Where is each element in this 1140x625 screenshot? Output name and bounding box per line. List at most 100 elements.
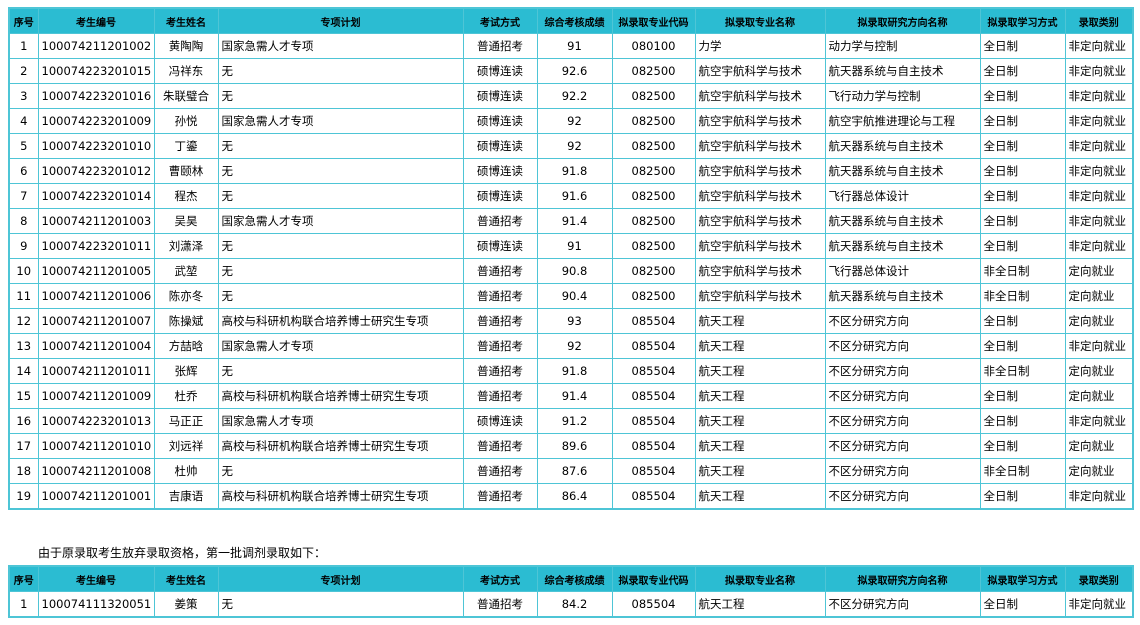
cell-name: 张辉 [153,358,219,384]
cell-exam-mode: 普通招考 [462,258,538,284]
cell-study-mode: 全日制 [979,158,1066,184]
cell-special-plan: 无 [217,458,464,484]
cell-score: 91 [536,233,613,259]
column-header-research-direction: 拟录取研究方向名称 [824,565,981,592]
cell-major-name: 航空宇航科学与技术 [694,183,826,209]
table-row: 7 100074223201014 程杰无硕博连读 91.6 082500 航空宇航科学与… [8,183,1134,209]
cell-seq: 8 [8,208,39,234]
cell-name: 杜帅 [153,458,219,484]
cell-seq: 13 [8,333,39,359]
cell-name: 陈操斌 [153,308,219,334]
cell-score: 91 [536,33,613,59]
cell-candidate-id: 100074211201003 [37,208,155,234]
cell-special-plan: 无 [217,183,464,209]
column-header-major-code: 拟录取专业代码 [611,7,696,34]
cell-research-direction: 不区分研究方向 [824,483,981,510]
cell-study-mode: 全日制 [979,133,1066,159]
cell-major-code: 082500 [611,233,696,259]
cell-special-plan: 无 [217,358,464,384]
cell-study-mode: 全日制 [979,383,1066,409]
cell-admission-type: 非定向就业 [1064,33,1134,59]
column-header-major-name: 拟录取专业名称 [694,565,826,592]
cell-admission-type: 定向就业 [1064,433,1134,459]
cell-candidate-id: 100074211201004 [37,333,155,359]
column-header-seq: 序号 [8,565,39,592]
cell-major-code: 085504 [611,358,696,384]
cell-exam-mode: 普通招考 [462,383,538,409]
cell-special-plan: 国家急需人才专项 [217,333,464,359]
cell-seq: 1 [8,591,39,618]
cell-exam-mode: 普通招考 [462,283,538,309]
table-row: 17 100074211201010 刘远祥 高校与科研机构联合培养博士研究生专项 普通… [8,433,1134,459]
cell-admission-type: 非定向就业 [1064,591,1134,618]
cell-major-code: 085504 [611,383,696,409]
cell-major-name: 航天工程 [694,458,826,484]
cell-study-mode: 全日制 [979,233,1066,259]
cell-candidate-id: 100074211201002 [37,33,155,59]
column-header-major-name: 拟录取专业名称 [694,7,826,34]
cell-major-name: 航天工程 [694,591,826,618]
cell-candidate-id: 100074223201013 [37,408,155,434]
cell-major-name: 力学 [694,33,826,59]
cell-admission-type: 定向就业 [1064,258,1134,284]
cell-special-plan: 无 [217,133,464,159]
cell-major-name: 航天工程 [694,333,826,359]
cell-admission-type: 非定向就业 [1064,58,1134,84]
table-row: 12 100074211201007 陈操斌 高校与科研机构联合培养博士研究生专项 普通… [8,308,1134,334]
cell-score: 93 [536,308,613,334]
cell-major-code: 085504 [611,333,696,359]
cell-seq: 6 [8,158,39,184]
cell-major-code: 085504 [611,308,696,334]
cell-name: 武堃 [153,258,219,284]
table-row: 5 100074223201010 丁鎏无硕博连读 92 082500 航空宇航科学与技术… [8,133,1134,159]
cell-special-plan: 高校与科研机构联合培养博士研究生专项 [217,483,464,510]
cell-name: 吉康语 [153,483,219,510]
cell-research-direction: 动力学与控制 [824,33,981,59]
cell-score: 91.4 [536,208,613,234]
cell-name: 姜策 [153,591,219,618]
cell-study-mode: 全日制 [979,208,1066,234]
cell-major-code: 085504 [611,433,696,459]
cell-score: 90.8 [536,258,613,284]
cell-major-name: 航天工程 [694,358,826,384]
cell-score: 91.6 [536,183,613,209]
cell-candidate-id: 100074223201011 [37,233,155,259]
cell-name: 刘潇泽 [153,233,219,259]
table-row: 13 100074211201004 方喆晗 国家急需人才专项 普通招考 92 085504… [8,333,1134,359]
cell-major-code: 085504 [611,458,696,484]
cell-admission-type: 定向就业 [1064,308,1134,334]
cell-admission-type: 非定向就业 [1064,108,1134,134]
table-row: 18 100074211201008 杜帅无普通招考 87.6 085504 航天工程 不区… [8,458,1134,484]
cell-score: 84.2 [536,591,613,618]
cell-research-direction: 不区分研究方向 [824,433,981,459]
cell-study-mode: 全日制 [979,83,1066,109]
table-row: 16 100074223201013 马正正 国家急需人才专项 硕博连读 91.2 0855… [8,408,1134,434]
cell-major-name: 航空宇航科学与技术 [694,108,826,134]
cell-special-plan: 国家急需人才专项 [217,33,464,59]
cell-candidate-id: 100074111320051 [37,591,155,618]
cell-exam-mode: 普通招考 [462,308,538,334]
cell-seq: 7 [8,183,39,209]
cell-major-name: 航空宇航科学与技术 [694,158,826,184]
column-header-score: 综合考核成绩 [536,7,613,34]
cell-special-plan: 国家急需人才专项 [217,108,464,134]
cell-study-mode: 全日制 [979,183,1066,209]
cell-study-mode: 全日制 [979,483,1066,510]
cell-candidate-id: 100074211201011 [37,358,155,384]
cell-score: 91.4 [536,383,613,409]
cell-admission-type: 非定向就业 [1064,233,1134,259]
cell-exam-mode: 硕博连读 [462,58,538,84]
cell-major-code: 082500 [611,108,696,134]
cell-major-code: 082500 [611,183,696,209]
cell-seq: 18 [8,458,39,484]
cell-exam-mode: 硕博连读 [462,133,538,159]
column-header-candidate-id: 考生编号 [37,7,155,34]
table-row: 3 100074223201016 朱联璧合无硕博连读 92.2 082500 航空宇航科… [8,83,1134,109]
cell-research-direction: 飞行器总体设计 [824,183,981,209]
adjustment-note: 由于原录取考生放弃录取资格，第一批调剂录取如下： [38,546,327,560]
cell-seq: 17 [8,433,39,459]
cell-major-code: 082500 [611,83,696,109]
cell-seq: 19 [8,483,39,510]
cell-name: 杜乔 [153,383,219,409]
cell-admission-type: 定向就业 [1064,358,1134,384]
